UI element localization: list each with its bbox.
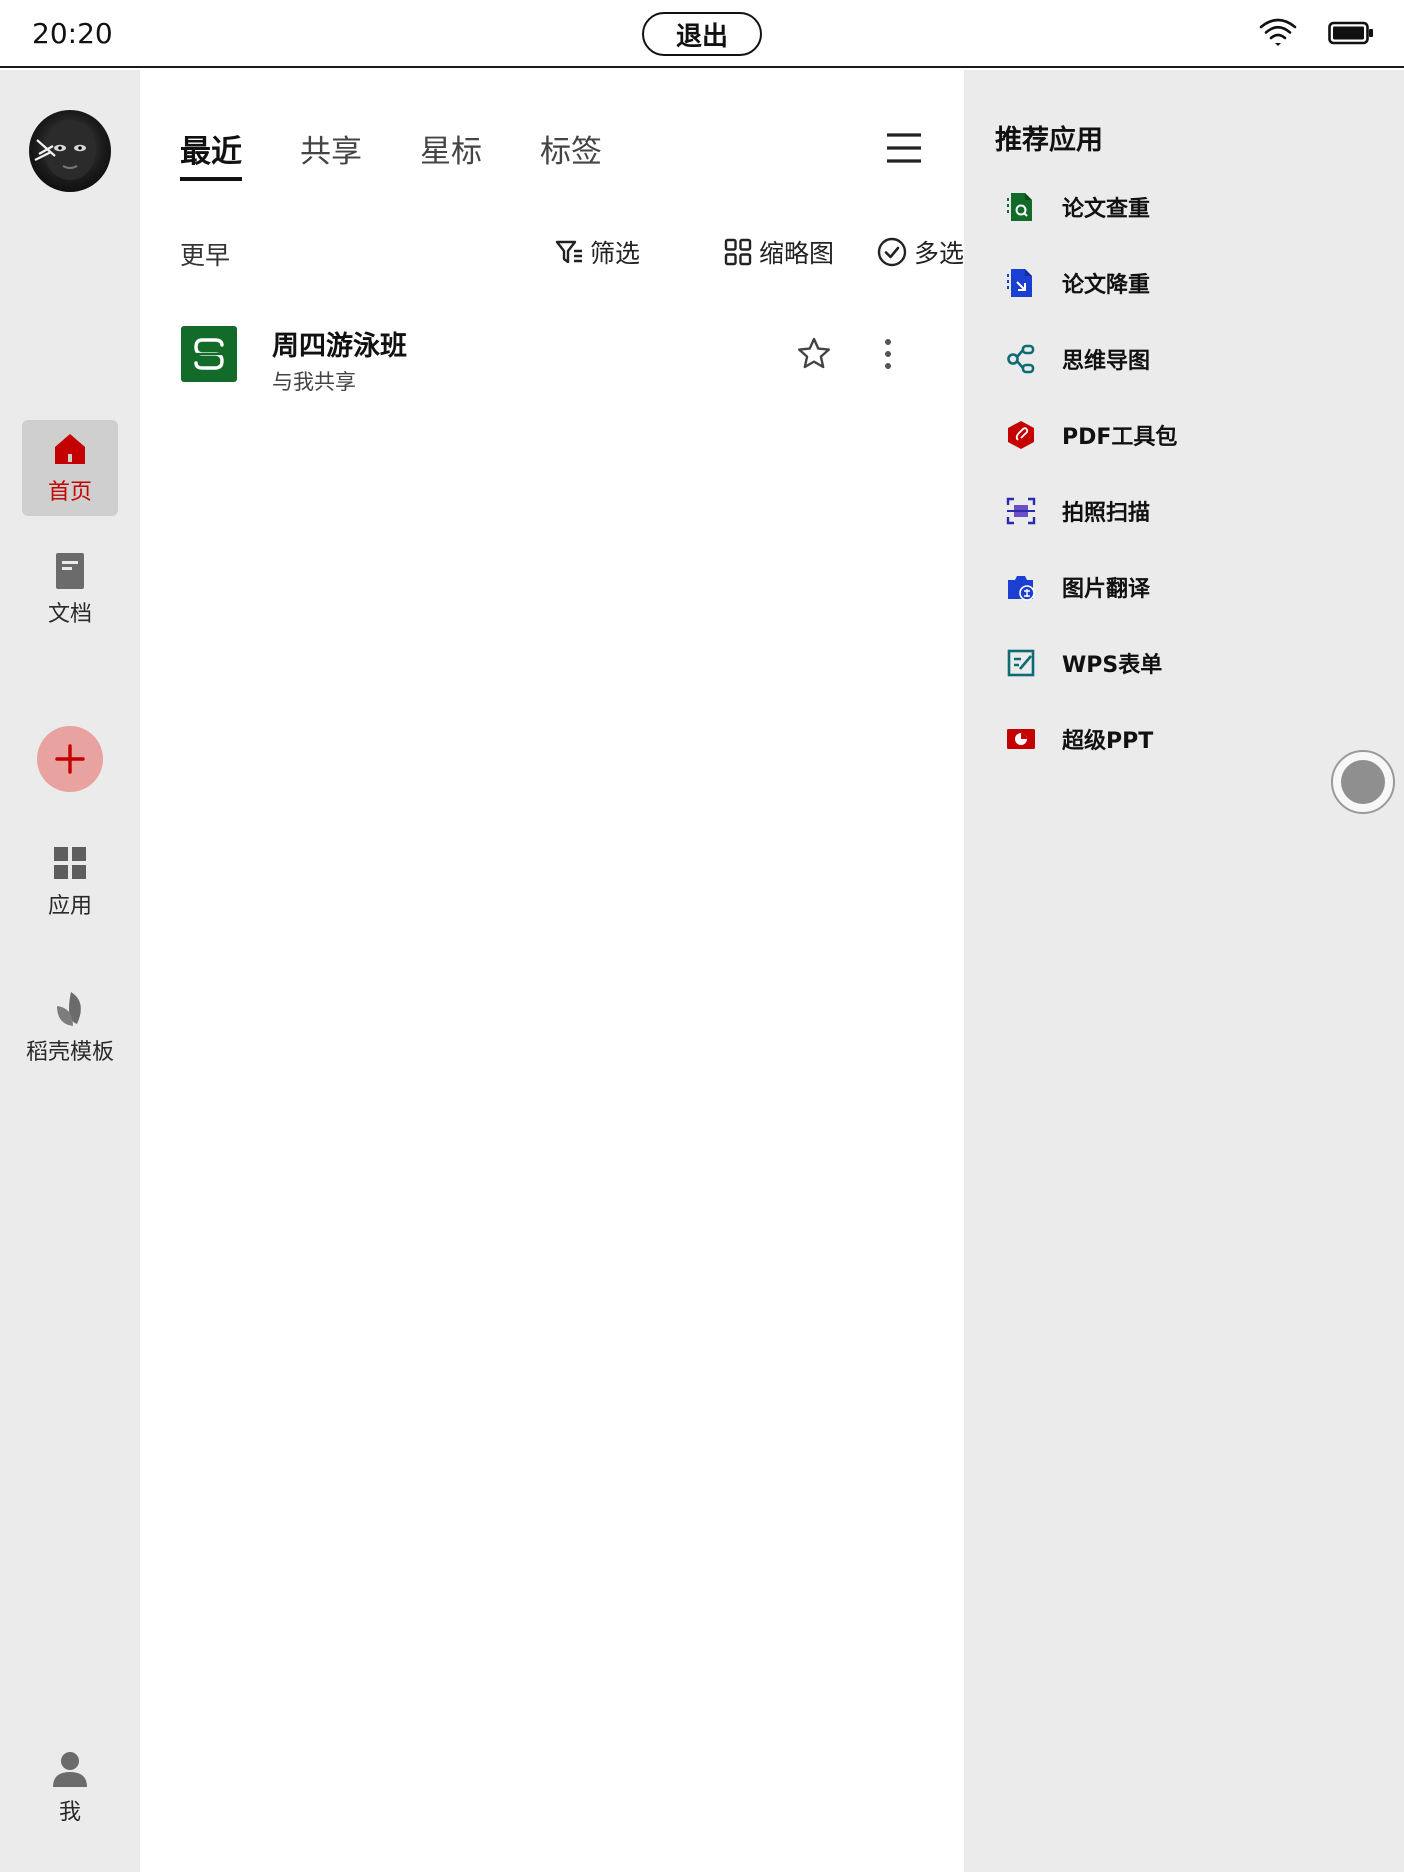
app-item-image-translate[interactable]: 图片翻译 [1006, 567, 1150, 607]
avatar-image [34, 120, 96, 180]
thumbnail-label: 缩略图 [759, 239, 835, 268]
app-item-paper-check[interactable]: 论文查重 [1006, 187, 1150, 227]
sidebar-item-label: 我 [58, 1800, 81, 1825]
floating-assist-button[interactable] [1331, 750, 1395, 814]
tab-bar: 最近 共享 星标 标签 [180, 126, 660, 181]
wifi-icon [1259, 18, 1297, 46]
battery-icon [1328, 21, 1373, 45]
section-header: 更早 筛选 缩略图 多选 [180, 232, 964, 272]
sidebar-item-me[interactable]: 我 [22, 1740, 118, 1836]
sidebar-item-label: 文档 [47, 602, 92, 627]
spreadsheet-icon [181, 326, 237, 382]
app-item-photo-scan[interactable]: 拍照扫描 [1006, 491, 1150, 531]
status-time: 20:20 [32, 17, 113, 50]
recommended-apps-panel: 推荐应用 论文查重 论文降重 思维导图 PDF工具包 拍照扫描 图片翻译 WPS… [964, 70, 1404, 1872]
tab-recent[interactable]: 最近 [180, 126, 242, 181]
app-item-wps-form[interactable]: WPS表单 [1006, 643, 1162, 683]
paper-reduce-icon [1007, 269, 1032, 297]
paper-check-icon [1007, 193, 1032, 221]
plus-icon [55, 744, 85, 774]
app-label: 论文查重 [1062, 197, 1151, 222]
app-label: 思维导图 [1062, 349, 1151, 374]
file-name: 周四游泳班 [272, 331, 407, 362]
list-item[interactable]: 周四游泳班 与我共享 [180, 318, 924, 418]
panel-title: 推荐应用 [995, 125, 1103, 156]
home-icon [55, 434, 85, 464]
sidebar-item-label: 稻壳模板 [25, 1040, 114, 1065]
avatar[interactable] [29, 110, 111, 192]
ppt-icon [1007, 729, 1035, 749]
filter-icon [555, 240, 582, 264]
multiselect-button[interactable]: 多选 [876, 234, 964, 270]
section-title: 更早 [180, 241, 231, 270]
exit-button[interactable]: 退出 [642, 12, 762, 56]
more-vertical-icon[interactable] [878, 336, 898, 372]
tab-shared[interactable]: 共享 [300, 126, 362, 181]
sidebar-item-templates[interactable]: 稻壳模板 [22, 980, 118, 1076]
app-item-paper-reduce[interactable]: 论文降重 [1006, 263, 1150, 303]
tab-starred[interactable]: 星标 [420, 126, 482, 181]
scan-icon [1006, 497, 1036, 525]
app-item-mindmap[interactable]: 思维导图 [1006, 339, 1150, 379]
check-circle-icon [877, 237, 907, 267]
multiselect-label: 多选 [914, 239, 965, 268]
app-item-super-ppt[interactable]: 超级PPT [1006, 719, 1153, 759]
app-label: 拍照扫描 [1062, 501, 1151, 526]
sidebar-item-apps[interactable]: 应用 [22, 834, 118, 930]
mindmap-icon [1007, 344, 1035, 374]
sidebar-item-home[interactable]: 首页 [22, 420, 118, 516]
app-item-pdf-toolkit[interactable]: PDF工具包 [1006, 415, 1177, 455]
thumbnail-view-button[interactable]: 缩略图 [723, 234, 834, 270]
filter-button[interactable]: 筛选 [554, 234, 640, 270]
image-translate-icon [1008, 576, 1035, 601]
main-content: 最近 共享 星标 标签 更早 筛选 缩略图 多选 周四游泳班 与我共享 [140, 70, 964, 1872]
document-icon [56, 553, 84, 589]
app-label: WPS表单 [1062, 653, 1163, 678]
status-bar: 20:20 退出 [0, 0, 1404, 68]
sidebar-item-label: 应用 [47, 894, 92, 919]
hamburger-menu-icon[interactable] [886, 132, 922, 164]
filter-label: 筛选 [590, 239, 641, 268]
tab-tags[interactable]: 标签 [540, 126, 602, 181]
sidebar-item-label: 首页 [47, 480, 92, 505]
app-label: 超级PPT [1062, 729, 1154, 754]
left-sidebar: 首页 文档 应用 稻壳模板 我 [0, 70, 140, 1872]
floating-button-dot [1341, 760, 1385, 804]
thumbnail-grid-icon [724, 238, 752, 266]
pdf-icon [1008, 421, 1034, 449]
sidebar-item-documents[interactable]: 文档 [22, 542, 118, 638]
app-label: 图片翻译 [1062, 577, 1151, 602]
file-subtitle: 与我共享 [272, 370, 356, 394]
add-button[interactable] [37, 726, 103, 792]
leaf-icon [57, 992, 81, 1026]
app-label: PDF工具包 [1062, 425, 1178, 450]
star-icon[interactable] [796, 336, 832, 372]
form-icon [1007, 649, 1035, 677]
apps-grid-icon [54, 847, 86, 879]
user-icon [53, 1752, 87, 1787]
app-label: 论文降重 [1062, 273, 1151, 298]
